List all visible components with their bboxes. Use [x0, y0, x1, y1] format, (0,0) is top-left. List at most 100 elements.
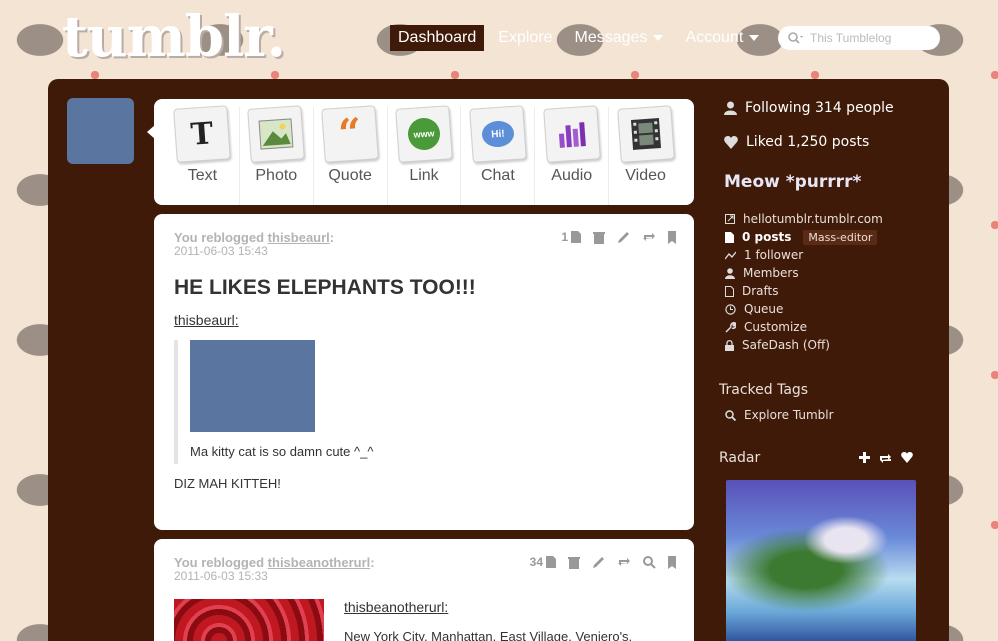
- members-link[interactable]: Members: [725, 264, 883, 282]
- activity-icon: [725, 251, 736, 259]
- radar-image[interactable]: [726, 480, 916, 641]
- document-icon: [725, 231, 734, 243]
- search-box[interactable]: [778, 26, 940, 50]
- reblog-icon[interactable]: [617, 556, 631, 568]
- mass-editor-badge[interactable]: Mass-editor: [803, 229, 878, 245]
- chat-icon: Hi!: [469, 105, 527, 163]
- post-reblog-info: You reblogged thisbeanotherurl:: [174, 555, 375, 570]
- blog-name[interactable]: Meow *purrrr*: [724, 172, 861, 192]
- safedash-link[interactable]: SafeDash (Off): [725, 336, 883, 354]
- post-source-link[interactable]: thisbeaurl:: [174, 312, 239, 328]
- explore-tumblr-label: Explore Tumblr: [744, 408, 834, 422]
- chevron-down-icon: [749, 34, 760, 41]
- drafts-link[interactable]: Drafts: [725, 282, 883, 300]
- post: You reblogged thisbeanotherurl: 2011-06-…: [154, 539, 694, 641]
- lock-icon: [725, 339, 734, 351]
- radar-controls: [859, 452, 913, 463]
- tumblr-logo[interactable]: tumblr.: [62, 4, 286, 70]
- following-link[interactable]: Following 314 people: [724, 100, 894, 116]
- link-icon: www: [395, 105, 453, 163]
- queue-link[interactable]: Queue: [725, 300, 883, 318]
- customize-link[interactable]: Customize: [725, 318, 883, 336]
- trash-icon[interactable]: [593, 231, 605, 244]
- notes-count[interactable]: 1: [561, 230, 581, 244]
- posts-count-link[interactable]: 0 posts Mass-editor: [725, 228, 883, 246]
- tracked-tags-heading: Tracked Tags: [719, 382, 809, 398]
- safedash-label: SafeDash (Off): [742, 338, 830, 352]
- plus-icon[interactable]: [859, 452, 870, 463]
- nav-account[interactable]: Account: [677, 25, 767, 51]
- document-icon: [571, 231, 581, 243]
- search-icon: [725, 409, 736, 421]
- notes-count-value: 1: [561, 230, 568, 244]
- chevron-down-icon: [653, 34, 664, 41]
- post-source-name: thisbeanotherurl: [344, 599, 445, 615]
- queue-label: Queue: [744, 302, 784, 316]
- explore-tumblr-link[interactable]: Explore Tumblr: [725, 408, 834, 422]
- post-type-label: Video: [625, 167, 666, 184]
- reblog-icon[interactable]: [642, 231, 656, 243]
- clock-icon: [725, 303, 736, 315]
- followers-link[interactable]: 1 follower: [725, 246, 883, 264]
- reblog-icon[interactable]: [879, 452, 892, 463]
- post-type-chat[interactable]: Hi! Chat: [461, 105, 536, 205]
- source-colon: :: [444, 599, 449, 615]
- post-type-bar: T Text Photo “ Quote www Link Hi! Chat A…: [154, 99, 694, 205]
- blog-url-link[interactable]: hellotumblr.tumblr.com: [725, 210, 883, 228]
- reblog-source-link[interactable]: thisbeanotherurl: [268, 555, 371, 570]
- members-label: Members: [743, 266, 799, 280]
- post-type-quote[interactable]: “ Quote: [314, 105, 388, 205]
- post-type-label: Photo: [255, 167, 298, 184]
- edit-icon[interactable]: [617, 231, 630, 244]
- post-type-text[interactable]: T Text: [166, 105, 240, 205]
- avatar[interactable]: [67, 98, 134, 164]
- trash-icon[interactable]: [568, 556, 580, 569]
- post-type-audio[interactable]: Audio: [535, 105, 610, 205]
- post-type-label: Audio: [551, 167, 593, 184]
- bookmark-icon[interactable]: [668, 555, 676, 569]
- blog-url-label: hellotumblr.tumblr.com: [743, 212, 883, 226]
- photo-icon: [247, 105, 306, 163]
- posts-count-label: 0 posts: [742, 230, 792, 244]
- reblog-source-link[interactable]: thisbeaurl: [268, 230, 330, 245]
- radar-heading: Radar: [719, 450, 761, 466]
- nav-messages[interactable]: Messages: [567, 25, 672, 51]
- post-type-video[interactable]: Video: [609, 105, 682, 205]
- post-controls: 1: [561, 230, 676, 244]
- person-icon: [725, 267, 735, 279]
- link-icon-glyph: www: [406, 116, 442, 152]
- post-type-label: Text: [187, 167, 218, 184]
- post-image[interactable]: [174, 599, 324, 641]
- post-type-link[interactable]: www Link: [388, 105, 462, 205]
- quote-icon-glyph: “: [336, 109, 364, 158]
- reblog-colon: :: [329, 230, 335, 245]
- search-input[interactable]: [810, 31, 920, 45]
- post-type-label: Quote: [328, 167, 372, 184]
- liked-link[interactable]: Liked 1,250 posts: [724, 134, 869, 150]
- heart-icon: [724, 135, 738, 149]
- post-type-label: Link: [409, 167, 439, 184]
- post-image[interactable]: [190, 340, 315, 432]
- post-type-photo[interactable]: Photo: [240, 105, 314, 205]
- search-icon: [788, 32, 803, 44]
- source-colon: :: [234, 312, 239, 328]
- quote-icon: “: [321, 105, 379, 163]
- heart-icon[interactable]: [901, 452, 913, 463]
- audio-icon: [542, 105, 601, 163]
- zoom-icon[interactable]: [643, 555, 656, 569]
- blockquote: Ma kitty cat is so damn cute ^_^: [174, 340, 474, 464]
- post-title: HE LIKES ELEPHANTS TOO!!!: [174, 276, 476, 299]
- post-source-link[interactable]: thisbeanotherurl:: [344, 599, 448, 615]
- reblog-prefix: You reblogged: [174, 230, 265, 245]
- nav-explore[interactable]: Explore: [490, 25, 560, 51]
- notes-count[interactable]: 34: [530, 555, 556, 569]
- post-type-label: Chat: [480, 167, 515, 184]
- text-icon: T: [173, 105, 232, 163]
- post-date: 2011-06-03 15:33: [174, 569, 268, 583]
- post-source-name: thisbeaurl: [174, 312, 235, 328]
- bookmark-icon[interactable]: [668, 230, 676, 244]
- edit-icon[interactable]: [592, 556, 605, 569]
- drafts-label: Drafts: [742, 284, 779, 298]
- nav-dashboard[interactable]: Dashboard: [390, 25, 485, 51]
- document-icon: [546, 556, 556, 568]
